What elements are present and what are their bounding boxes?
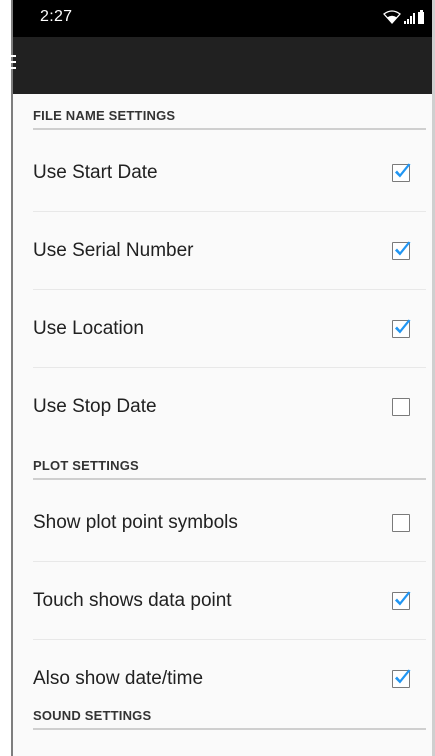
menu-icon[interactable] xyxy=(0,55,16,69)
pref-use-location[interactable]: Use Location xyxy=(33,290,426,368)
pref-title: Touch shows data point xyxy=(33,589,232,611)
pref-title: Use Start Date xyxy=(33,161,158,183)
status-icons xyxy=(383,8,424,24)
signal-icon xyxy=(404,12,415,24)
pref-touch-shows-data-point[interactable]: Touch shows data point xyxy=(33,562,426,640)
section-header-sound: SOUND SETTINGS xyxy=(33,694,426,730)
wifi-icon xyxy=(383,10,401,24)
check-icon xyxy=(395,319,411,333)
pref-use-serial-number[interactable]: Use Serial Number xyxy=(33,212,426,290)
checkbox-use-location[interactable] xyxy=(392,319,411,338)
checkbox-also-show-date-time[interactable] xyxy=(392,669,411,688)
pref-title: Use Location xyxy=(33,317,144,339)
checkbox-touch-shows-data-point[interactable] xyxy=(392,591,411,610)
pref-title: Use Stop Date xyxy=(33,396,157,417)
status-time: 2:27 xyxy=(40,8,73,25)
check-icon xyxy=(395,591,411,605)
pref-title: Also show date/time xyxy=(33,668,204,689)
check-icon xyxy=(395,669,411,684)
check-icon xyxy=(395,163,411,177)
checkbox-use-serial-number[interactable] xyxy=(392,241,411,260)
check-icon xyxy=(395,241,411,255)
pref-use-stop-date[interactable]: Use Stop Date xyxy=(33,368,426,446)
phone-screen: 2:27 FILE NAME SETTINGS Use Start Date U… xyxy=(0,0,435,756)
pref-show-plot-point-symbols[interactable]: Show plot point symbols xyxy=(33,484,426,562)
pref-use-start-date[interactable]: Use Start Date xyxy=(33,134,426,212)
checkbox-show-plot-point-symbols[interactable] xyxy=(392,513,410,532)
section-header-plot: PLOT SETTINGS xyxy=(33,444,426,480)
status-bar: 2:27 xyxy=(13,0,432,37)
window-frame-left xyxy=(0,0,13,756)
pref-title: Show plot point symbols xyxy=(33,511,238,533)
section-header-file-name: FILE NAME SETTINGS xyxy=(33,94,426,130)
pref-title: Use Serial Number xyxy=(33,239,194,261)
checkbox-use-stop-date[interactable] xyxy=(392,398,410,416)
app-bar xyxy=(0,37,432,94)
checkbox-use-start-date[interactable] xyxy=(392,163,411,182)
battery-icon xyxy=(418,10,424,24)
